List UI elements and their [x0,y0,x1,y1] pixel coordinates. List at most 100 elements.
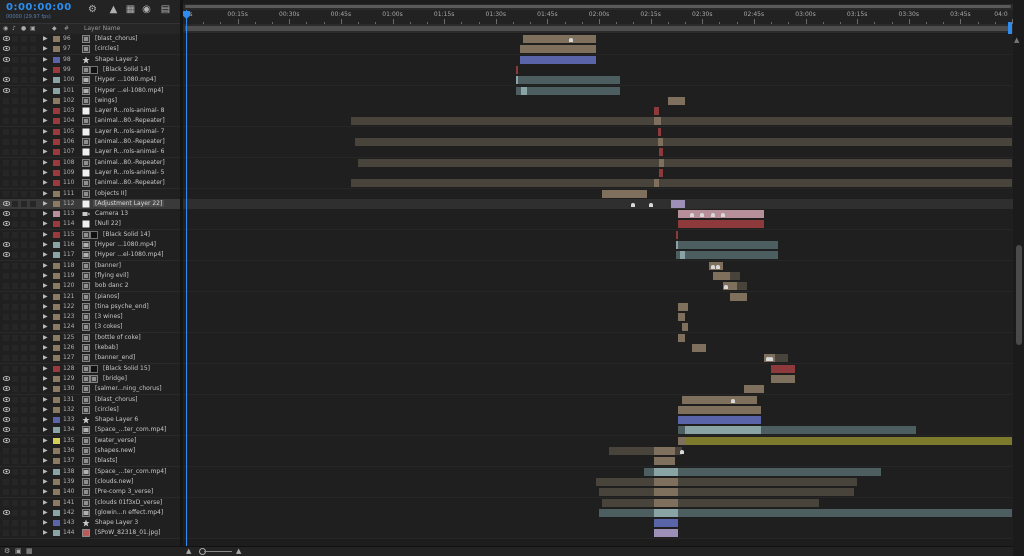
audio-toggle[interactable] [12,272,18,279]
audio-toggle[interactable] [12,262,18,269]
transfer-controls-toggle-icon[interactable]: ▣ [15,547,22,555]
expand-triangle-icon[interactable]: ▶ [43,385,48,392]
label-color-swatch[interactable] [53,159,60,166]
visibility-toggle[interactable] [3,499,9,506]
label-color-swatch[interactable] [53,36,60,42]
audio-toggle[interactable] [12,365,18,372]
label-color-swatch[interactable] [53,231,60,238]
audio-toggle[interactable] [12,159,18,166]
layer-name[interactable]: [Space_...ter_com.mp4] [95,468,166,475]
layer-duration-bar[interactable] [678,333,686,342]
layer-name[interactable]: [salmer...ning_chorus] [95,385,162,392]
visibility-toggle[interactable] [3,262,9,269]
layer-name[interactable]: bob danc 2 [95,282,129,289]
solo-toggle[interactable] [21,427,27,434]
layer-duration-bar[interactable] [685,426,761,435]
label-color-swatch[interactable] [53,118,60,125]
expand-triangle-icon[interactable]: ▶ [43,354,48,361]
layer-name[interactable]: [Space_...ter_com.mp4] [95,426,166,433]
expand-triangle-icon[interactable]: ▶ [43,303,48,310]
keyframe-marker[interactable] [700,213,705,218]
layer-name[interactable]: Camera 13 [95,210,128,217]
expand-triangle-icon[interactable]: ▶ [43,529,48,536]
visibility-eye-icon[interactable] [3,252,10,258]
visibility-toggle[interactable] [3,355,9,362]
expand-triangle-icon[interactable]: ▶ [43,97,48,104]
label-color-swatch[interactable] [53,211,60,218]
visibility-eye-icon[interactable] [3,221,10,227]
layer-name[interactable]: [Hyper ...el-1080.mp4] [95,87,164,94]
layer-name[interactable]: [clouds 01f3xD_verse] [95,499,162,506]
expand-triangle-icon[interactable]: ▶ [43,159,48,166]
layer-duration-bar[interactable] [654,529,679,538]
layer-duration-bar[interactable] [679,251,686,260]
expand-triangle-icon[interactable]: ▶ [43,87,48,94]
layer-duration-bar[interactable] [654,467,679,476]
visibility-toggle[interactable] [3,334,9,341]
zoom-in-icon[interactable]: ▲ [236,547,241,555]
label-color-swatch[interactable] [53,46,60,53]
audio-toggle[interactable] [12,36,18,42]
label-color-swatch[interactable] [53,448,60,454]
solo-column-icon[interactable]: ● [21,25,26,32]
audio-toggle[interactable] [12,77,18,84]
keyframe-marker[interactable] [689,213,694,218]
lock-toggle[interactable] [30,262,36,269]
lock-toggle[interactable] [30,242,36,248]
visibility-eye-icon[interactable] [3,242,10,247]
label-color-swatch[interactable] [53,314,60,321]
layer-duration-bar[interactable] [678,436,1012,445]
visibility-toggle[interactable] [3,139,9,145]
layer-name[interactable]: [SPoW_82318_01.jpg] [95,529,160,536]
visibility-toggle[interactable] [3,458,9,465]
audio-toggle[interactable] [12,97,18,104]
audio-toggle[interactable] [12,324,18,331]
video-column-eye-icon[interactable]: ◉ [3,25,8,32]
visibility-eye-icon[interactable] [3,36,10,41]
layer-duration-bar[interactable] [516,76,620,85]
keyframe-marker[interactable] [648,202,653,207]
layer-duration-bar[interactable] [654,179,660,188]
layer-name[interactable]: [circles] [95,406,119,413]
graph-editor-icon[interactable]: ▤ [160,4,171,15]
layer-row[interactable]: ▶ 144 [SPoW_82318_01.jpg] [0,528,180,540]
lock-toggle[interactable] [30,314,36,321]
expand-triangle-icon[interactable]: ▶ [43,313,48,320]
label-color-swatch[interactable] [53,108,60,115]
visibility-toggle[interactable] [3,118,9,125]
audio-toggle[interactable] [12,221,18,228]
layer-duration-bar[interactable] [351,179,1012,188]
expand-triangle-icon[interactable]: ▶ [43,35,48,42]
layer-duration-bar[interactable] [654,498,679,507]
audio-toggle[interactable] [12,180,18,187]
expand-triangle-icon[interactable]: ▶ [43,334,48,341]
lock-toggle[interactable] [30,375,36,382]
solo-toggle[interactable] [21,355,27,362]
layer-name[interactable]: [Hyper ...el-1080.mp4] [95,251,164,258]
lock-toggle[interactable] [30,324,36,331]
layer-duration-bar[interactable] [654,477,679,486]
expand-triangle-icon[interactable]: ▶ [43,488,48,495]
layer-duration-bar[interactable] [659,168,663,177]
layer-name[interactable]: [Adjustment Layer 22] [93,199,165,207]
layer-name[interactable]: Layer R...rols-animal- 5 [95,169,165,176]
expand-triangle-icon[interactable]: ▶ [43,375,48,382]
visibility-toggle[interactable] [3,190,9,197]
lock-toggle[interactable] [30,231,36,238]
audio-toggle[interactable] [12,200,18,207]
layer-name[interactable]: [shapes.new] [95,447,135,454]
lock-toggle[interactable] [30,36,36,42]
audio-toggle[interactable] [12,427,18,434]
visibility-eye-icon[interactable] [3,437,10,443]
expand-triangle-icon[interactable]: ▶ [43,447,48,454]
audio-toggle[interactable] [12,169,18,176]
solo-toggle[interactable] [21,77,27,84]
visibility-toggle[interactable] [3,108,9,115]
lock-toggle[interactable] [30,365,36,372]
label-color-swatch[interactable] [53,283,60,290]
solo-toggle[interactable] [21,149,27,156]
layer-duration-bar[interactable] [678,220,765,229]
expand-triangle-icon[interactable]: ▶ [43,220,48,227]
layer-duration-bar[interactable] [351,117,1012,126]
solo-toggle[interactable] [21,365,27,372]
